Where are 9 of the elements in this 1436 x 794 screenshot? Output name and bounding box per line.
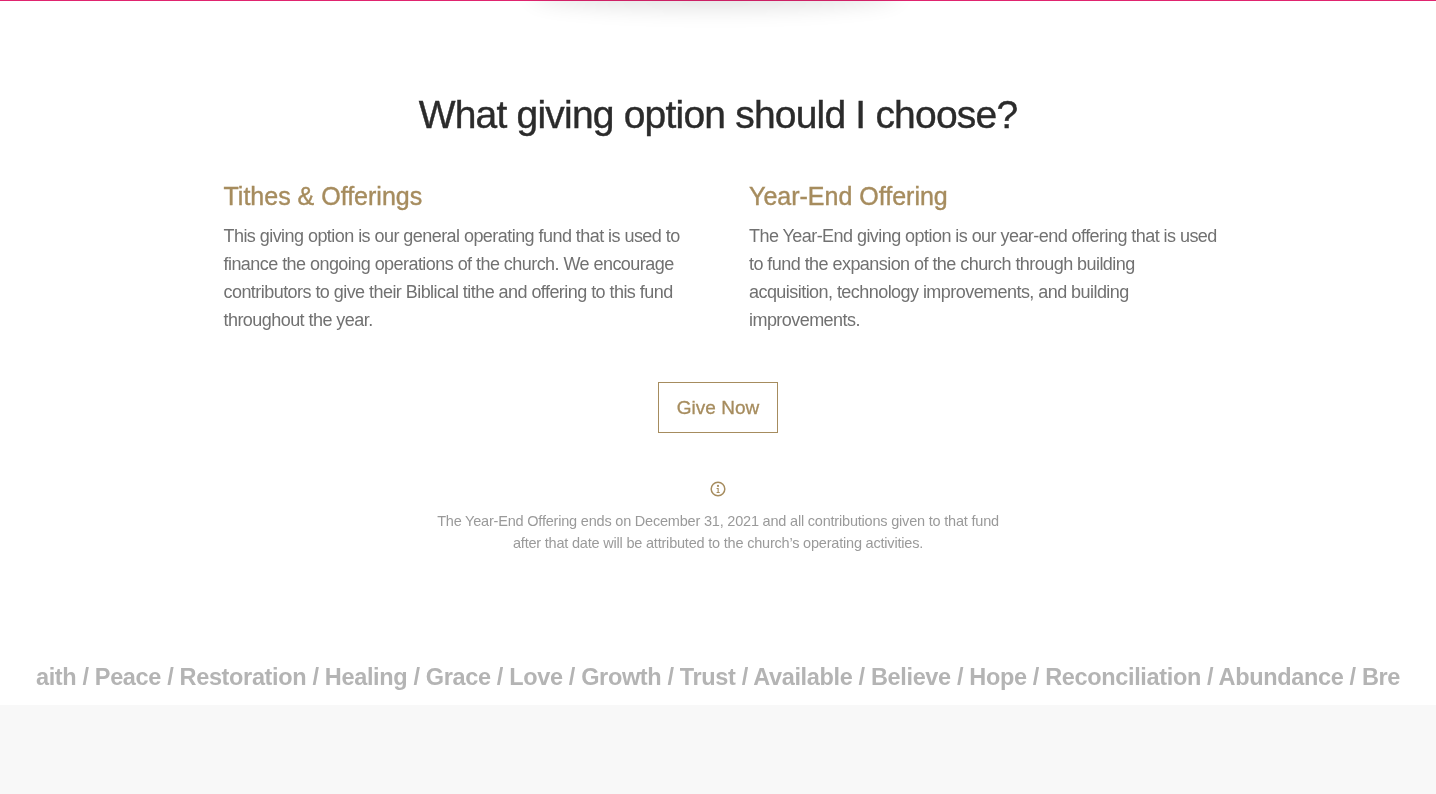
word-ticker: aith / Peace / Restoration / Healing / Grace / Love / Growth / Trust / Available / Believe / Hope / Reconciliation / Abundance / Bre	[34, 663, 1402, 692]
option-title: Tithes & Offerings	[223, 181, 424, 212]
section-heading: What giving option should I choose?	[418, 92, 1018, 138]
give-now-button[interactable]: Give Now	[658, 382, 778, 433]
info-icon	[710, 481, 726, 497]
option-description: This giving option is our general operating fund that is used to finance the ongoing operations of the church. We encourage contributors to give their Biblical tithe and offering to this fund throughout the year.	[223, 225, 681, 332]
option-title: Year-End Offering	[749, 181, 949, 212]
offering-note: The Year-End Offering ends on December 31, 2021 and all contributions given to that fund after that date will be attributed to the church’s operating activities.	[436, 512, 1000, 553]
option-description: The Year-End giving option is our year-end offering that is used to fund the expansion of the church through building acquisition, technology improvements, and building improvements.	[749, 225, 1218, 332]
